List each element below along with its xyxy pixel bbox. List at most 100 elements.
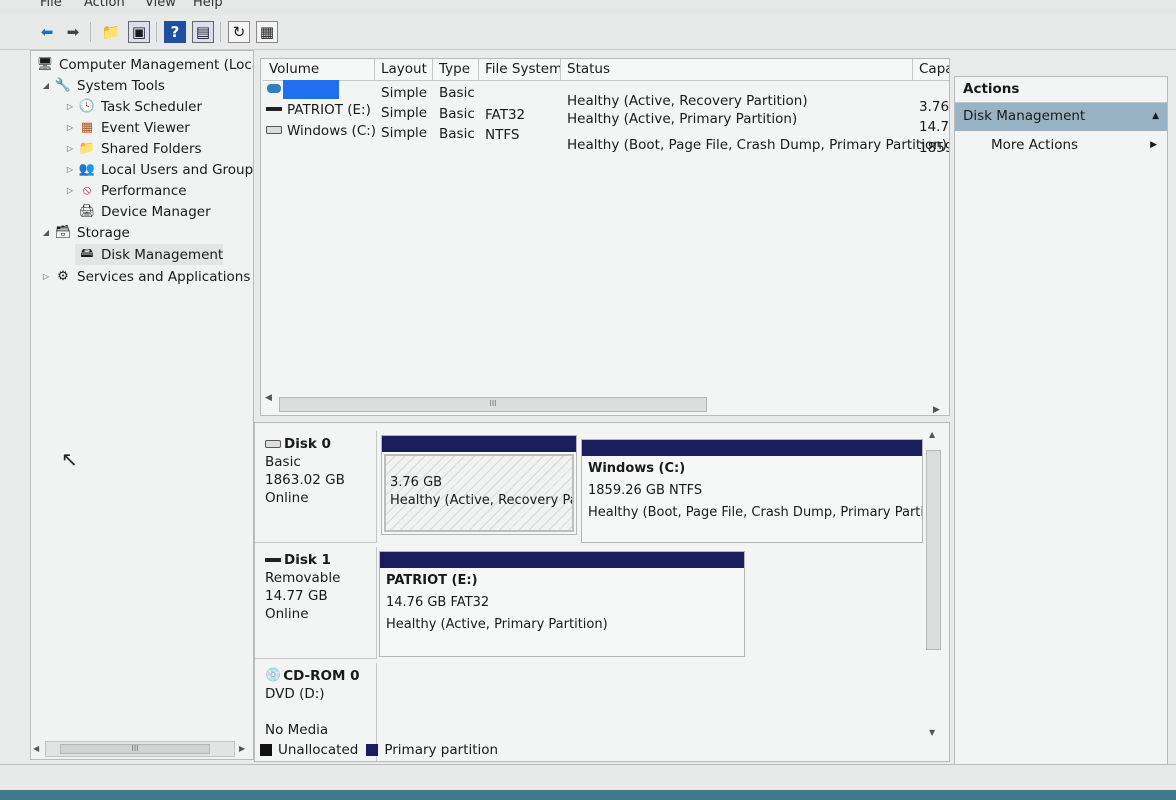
column-header-file-system[interactable]: File System [479, 59, 561, 81]
tree-item-shared-folders[interactable]: ▷ 📁 Shared Folders [65, 138, 202, 159]
refresh-icon[interactable]: ↻ [228, 21, 250, 43]
disk-size: 14.77 GB [265, 588, 328, 604]
forward-icon[interactable]: ➡ [62, 21, 84, 43]
tree-item-computer-management[interactable]: 🖥 Computer Management (Local [33, 54, 254, 75]
actions-section-disk-management[interactable]: Disk Management ▲ [955, 103, 1167, 131]
volume-layout: Simple [381, 105, 428, 121]
recovery-partition[interactable]: 3.76 GB Healthy (Active, Recovery Par [381, 435, 577, 535]
scroll-right-icon[interactable]: ▶ [933, 405, 940, 415]
tree-item-local-users[interactable]: ▷ 👥 Local Users and Groups [65, 159, 253, 180]
partition-size: 14.76 GB FAT32 [386, 595, 490, 610]
column-header-status[interactable]: Status [561, 59, 913, 81]
disk-name: Disk 1 [284, 552, 331, 568]
tree-item-event-viewer[interactable]: ▷ ▦ Event Viewer [65, 117, 190, 138]
disk-size: 1863.02 GB [265, 472, 345, 488]
help-icon[interactable]: ? [164, 21, 186, 43]
tree-item-device-manager[interactable]: 🖨 Device Manager [75, 201, 211, 222]
tree-label: System Tools [77, 77, 165, 94]
more-actions-item[interactable]: More Actions ▶ [955, 135, 1167, 159]
volume-type: Basic [439, 85, 475, 101]
collapse-triangle-icon[interactable]: ◢ [41, 81, 51, 90]
collapse-arrow-icon[interactable]: ▲ [1152, 108, 1159, 126]
scrollbar-thumb[interactable]: III [60, 744, 210, 754]
column-header-layout[interactable]: Layout [375, 59, 433, 81]
patriot-e-partition[interactable]: PATRIOT (E:) 14.76 GB FAT32 Healthy (Act… [379, 551, 745, 657]
volume-layout: Simple [381, 125, 428, 141]
disk-0-label[interactable]: Disk 0 Basic 1863.02 GB Online [255, 431, 377, 543]
disk-type: DVD (D:) [265, 686, 325, 702]
show-hide-tree-icon[interactable]: ▣ [128, 21, 150, 43]
disk-state: No Media [265, 722, 329, 738]
scrollbar-thumb[interactable]: III [279, 397, 707, 412]
scroll-left-icon[interactable]: ◀ [33, 744, 39, 753]
partition-status: Healthy (Active, Recovery Par [390, 493, 572, 508]
volume-type: Basic [439, 126, 475, 142]
scroll-down-icon[interactable]: ▼ [929, 728, 935, 737]
expand-triangle-icon[interactable]: ▷ [65, 186, 75, 195]
column-header-type[interactable]: Type [433, 59, 479, 81]
back-icon[interactable]: ⬅ [36, 21, 58, 43]
removable-drive-icon [265, 558, 281, 562]
column-header-volume[interactable]: Volume [263, 59, 375, 81]
performance-icon: ⦸ [82, 183, 92, 198]
expand-triangle-icon[interactable]: ▷ [65, 144, 75, 153]
tree-horizontal-scrollbar[interactable]: III [45, 741, 235, 757]
up-folder-icon[interactable]: 📁 [100, 21, 122, 43]
primary-swatch [366, 744, 379, 756]
tree-label: Shared Folders [101, 140, 202, 157]
shared-folder-icon: 📁 [78, 141, 96, 156]
tree-label: Performance [101, 182, 187, 199]
show-hide-action-pane-icon[interactable]: ▤ [192, 21, 214, 43]
partition-bar [380, 552, 744, 568]
volume-horizontal-scrollbar[interactable]: III [265, 397, 945, 413]
partition-status: Healthy (Active, Primary Partition) [386, 617, 608, 632]
device-manager-icon: 🖨 [78, 204, 96, 219]
tree-label: Storage [77, 224, 130, 241]
tree-item-performance[interactable]: ▷ ⦸ Performance [65, 180, 187, 201]
windows-c-partition[interactable]: Windows (C:) 1859.26 GB NTFS Healthy (Bo… [581, 439, 923, 543]
toolbar-separator [90, 22, 91, 42]
status-bar [0, 764, 1176, 790]
menu-action[interactable]: Action [84, 0, 125, 10]
toolbar-separator [220, 22, 221, 42]
tree-label: Event Viewer [101, 119, 190, 136]
tree-item-disk-management[interactable]: 🖴 Disk Management [75, 244, 224, 265]
partition-bar [582, 440, 922, 456]
hard-drive-icon [265, 440, 281, 448]
scrollbar-thumb[interactable] [926, 450, 941, 650]
menu-view[interactable]: View [145, 0, 176, 10]
properties-icon[interactable]: ▦ [256, 21, 278, 43]
partition-legend: Unallocated Primary partition [256, 740, 498, 760]
volume-status: Healthy (Active, Primary Partition) [567, 111, 798, 127]
collapse-triangle-icon[interactable]: ◢ [41, 228, 51, 237]
menu-bar: File Action View Help [0, 0, 1176, 14]
storage-icon: 🗃 [54, 225, 72, 240]
legend-primary: Primary partition [384, 742, 499, 758]
unallocated-swatch [260, 744, 272, 756]
legend-unallocated: Unallocated [278, 742, 359, 758]
volume-name-selected[interactable] [283, 80, 339, 99]
scroll-up-icon[interactable]: ▲ [929, 430, 935, 439]
expand-triangle-icon[interactable]: ▷ [65, 102, 75, 111]
removable-drive-icon [266, 107, 282, 111]
partition-size: 3.76 GB [390, 475, 443, 490]
tree-item-system-tools[interactable]: ◢ 🔧 System Tools [41, 75, 165, 96]
tree-item-task-scheduler[interactable]: ▷ 🕓 Task Scheduler [65, 96, 202, 117]
partition-status: Healthy (Boot, Page File, Crash Dump, Pr… [588, 505, 922, 520]
menu-file[interactable]: File [40, 0, 62, 10]
column-header-capacity[interactable]: Capa [913, 59, 949, 81]
volume-status: Healthy (Boot, Page File, Crash Dump, Pr… [567, 137, 948, 153]
tree-item-services-applications[interactable]: ▷ ⚙ Services and Applications [41, 266, 250, 287]
expand-triangle-icon[interactable]: ▷ [41, 272, 51, 281]
tree-label: Disk Management [101, 246, 224, 263]
disk-1-label[interactable]: Disk 1 Removable 14.77 GB Online [255, 547, 377, 659]
volume-capacity: 14.75 [919, 119, 950, 135]
disk-view-vertical-scrollbar[interactable]: ▲ ▼ [926, 430, 942, 740]
expand-triangle-icon[interactable]: ▷ [65, 165, 75, 174]
scroll-right-icon[interactable]: ▶ [239, 744, 245, 753]
tree-label: Computer Management (Local [59, 56, 254, 73]
partition-bar [382, 436, 576, 452]
menu-help[interactable]: Help [193, 0, 223, 10]
expand-triangle-icon[interactable]: ▷ [65, 123, 75, 132]
tree-item-storage[interactable]: ◢ 🗃 Storage [41, 222, 130, 243]
